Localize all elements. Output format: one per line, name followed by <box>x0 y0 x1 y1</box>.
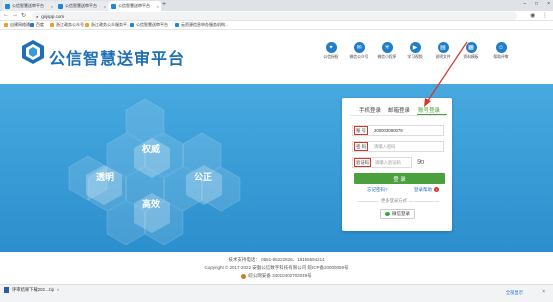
bookmark-item[interactable]: 百度 <box>30 22 44 28</box>
nav-item-videos[interactable]: ▶ 学习视频 <box>401 42 429 60</box>
captcha-label: 验证码 <box>354 158 371 167</box>
nav-item-templates[interactable]: ▦ 资料模板 <box>457 42 485 60</box>
download-item[interactable]: 评审结果下载202...zip ^ <box>4 287 59 293</box>
close-window-button[interactable]: × <box>547 1 550 7</box>
active-tab-underline <box>417 114 447 115</box>
bookmark-icon <box>85 23 89 27</box>
bookmarks-bar: 自建网络通 百度 浙江政务公众号 浙江政务公众服务平... 公信智慧送审平台 云… <box>0 21 553 30</box>
bookmark-item[interactable]: 浙江政务公众号 <box>50 22 84 28</box>
downloads-bar <box>0 284 553 302</box>
template-icon: ▦ <box>465 42 477 53</box>
favicon-icon <box>58 3 63 9</box>
forgot-password-link[interactable]: 忘记密码? <box>367 187 388 193</box>
favicon-icon <box>111 3 116 9</box>
bookmark-item[interactable]: 浙江政务公众服务平... <box>85 22 130 28</box>
chevron-up-icon[interactable]: ^ <box>57 288 59 293</box>
bookmark-icon <box>4 23 8 27</box>
bookmark-item[interactable]: 公信智慧送审平台 <box>130 22 168 28</box>
bookmark-icon <box>50 23 54 27</box>
support-phone-text: 技术支持电话： 0551-65222826、18155694214 <box>228 257 325 262</box>
hex-word-authority: 权威 <box>142 144 161 154</box>
url-text: gxjspp.com <box>41 13 65 19</box>
tab-phone-login[interactable]: 手机登录 <box>359 106 381 114</box>
tab-title: 公信智慧送审平台 <box>12 3 44 8</box>
logo-icon <box>22 40 44 64</box>
police-record[interactable]: 皖公网安备 34010402702049号 <box>0 273 553 279</box>
hex-word-efficient: 高效 <box>142 199 161 209</box>
back-icon[interactable]: ← <box>3 12 9 18</box>
window-controls: – □ × <box>523 1 550 7</box>
account-input[interactable] <box>374 128 426 133</box>
miniprogram-icon: ✳ <box>381 42 393 53</box>
profile-icon[interactable]: ◉ <box>530 12 535 19</box>
police-record-text: 皖公网安备 34010402702049号 <box>248 273 312 278</box>
video-icon: ▶ <box>409 42 421 53</box>
browser-tab-1[interactable]: 公信智慧送审平台 × <box>2 1 55 11</box>
login-help-link[interactable]: 登录帮助 <box>414 187 432 193</box>
close-tab-icon[interactable]: × <box>157 4 159 9</box>
lock-icon: ● <box>36 13 39 19</box>
address-bar-row: ← → ↻ ● gxjspp.com ◉ ⋮ <box>0 11 553 21</box>
user-icon: ☺ <box>495 42 507 53</box>
bookmark-icon <box>30 23 34 27</box>
menu-icon[interactable]: ⋮ <box>542 12 548 19</box>
nav-item-wechat-account[interactable]: ✉ 微信公众号 <box>345 42 373 60</box>
copyright-text: Copyright © 2017-2022 安徽公信数字科技有限公司 皖ICP备… <box>204 265 349 270</box>
tab-title: 公信智慧送审平台 <box>118 3 150 8</box>
document-icon: ▤ <box>437 42 449 53</box>
bookmark-item[interactable]: 云资源信息申办服务机构... <box>175 22 228 28</box>
bookmark-icon <box>130 23 134 27</box>
login-card: 手机登录 邮箱登录 账号登录 账 号 密 码 验证码 9o 登 录 忘记密码? … <box>342 98 452 231</box>
nav-item-miniprogram[interactable]: ✳ 微信小程序 <box>373 42 401 60</box>
site-footer: 技术支持电话： 0551-65222826、18155694214 Copyri… <box>0 252 553 284</box>
tab-email-login[interactable]: 邮箱登录 <box>388 106 410 114</box>
close-tab-icon[interactable]: × <box>51 4 53 9</box>
password-field: 密 码 <box>352 141 444 152</box>
bookmark-item[interactable]: 自建网络通 <box>4 22 30 28</box>
password-label: 密 码 <box>354 142 368 151</box>
captcha-image[interactable]: 9o <box>417 159 424 166</box>
hex-word-transparent: 透明 <box>96 172 115 182</box>
browser-tab-bar: 公信智慧送审平台 × 公信智慧送审平台 × 公信智慧送审平台 × + – □ × <box>0 0 553 11</box>
favicon-icon <box>5 3 10 9</box>
police-badge-icon <box>241 273 247 279</box>
wechat-login-button[interactable]: 微信登录 <box>380 209 415 219</box>
login-button[interactable]: 登 录 <box>354 173 445 184</box>
download-file-name: 评审结果下载202...zip <box>12 287 55 292</box>
browser-tab-2[interactable]: 公信智慧送审平台 × <box>55 1 108 11</box>
hex-word-fair: 公正 <box>194 172 213 182</box>
wechat-icon: ✉ <box>353 42 365 53</box>
url-field[interactable]: ● gxjspp.com <box>32 12 517 20</box>
certificate-icon: ✦ <box>325 42 337 53</box>
wechat-login-label: 微信登录 <box>392 211 410 216</box>
minimize-button[interactable]: – <box>523 1 526 7</box>
forward-icon[interactable]: → <box>12 12 18 18</box>
tab-title: 公信智慧送审平台 <box>65 3 97 8</box>
captcha-field: 验证码 <box>352 157 412 168</box>
account-label: 账 号 <box>354 126 368 135</box>
nav-item-authorization[interactable]: ✦ 公信授权 <box>317 42 345 60</box>
help-badge-icon: ! <box>434 187 439 192</box>
hexagon-graphic <box>68 98 241 245</box>
account-field: 账 号 <box>352 125 444 136</box>
nav-item-documents[interactable]: ▤ 说明文件 <box>429 42 457 60</box>
site-logo-text[interactable]: 公信智慧送审平台 <box>49 45 185 69</box>
close-tab-icon[interactable]: × <box>104 4 106 9</box>
browser-tab-3[interactable]: 公信智慧送审平台 × <box>108 1 161 11</box>
password-input[interactable] <box>374 144 426 149</box>
close-downloads-button[interactable]: × <box>542 289 545 295</box>
wechat-icon <box>385 212 390 216</box>
other-login-methods-label: 更多登录方式 <box>379 198 409 204</box>
maximize-button[interactable]: □ <box>535 1 538 7</box>
tab-account-login[interactable]: 账号登录 <box>418 106 440 114</box>
captcha-input[interactable] <box>375 160 411 165</box>
tab-divider <box>350 115 446 116</box>
zip-file-icon <box>4 287 9 293</box>
new-tab-button[interactable]: + <box>162 1 166 8</box>
reload-icon[interactable]: ↻ <box>21 12 26 19</box>
show-all-downloads-button[interactable]: 全部显示 <box>506 290 523 296</box>
bookmark-icon <box>175 23 179 27</box>
nav-item-help-review[interactable]: ☺ 帮助评审 <box>487 42 515 60</box>
